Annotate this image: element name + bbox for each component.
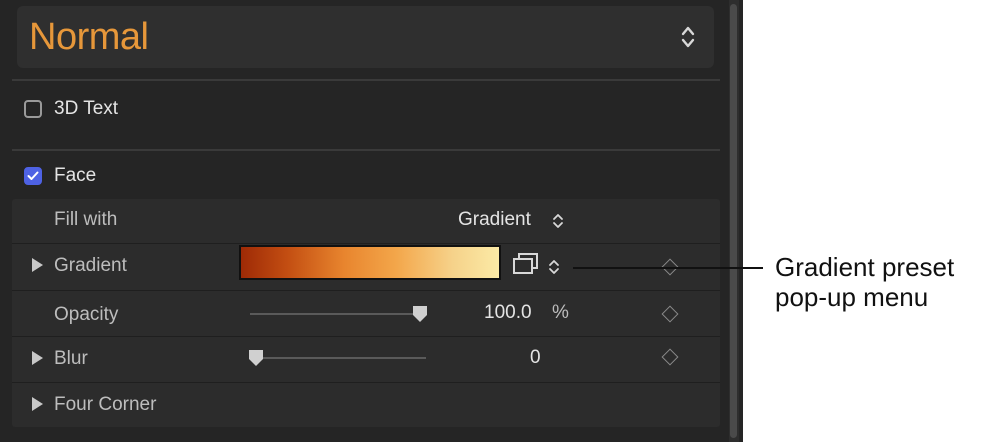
row-separator [12, 243, 720, 244]
checkbox-3d-text[interactable] [24, 100, 42, 118]
gradient-preset-icon[interactable] [512, 252, 540, 276]
callout-label: Gradient preset pop-up menu [775, 252, 954, 312]
callout-leader-line [573, 267, 763, 269]
style-preset-popup[interactable]: Normal [17, 6, 714, 68]
label-3d-text: 3D Text [54, 98, 119, 119]
checkbox-face[interactable] [24, 167, 42, 185]
checkbox-row-3d-text[interactable]: 3D Text [24, 98, 118, 120]
row-separator [12, 336, 720, 337]
scrollbar-thumb[interactable] [730, 4, 737, 438]
preset-value: Normal [29, 16, 149, 58]
row-separator [12, 290, 720, 291]
checkmark-icon [27, 171, 39, 180]
four-corner-disclosure-triangle[interactable] [32, 397, 43, 411]
opacity-value[interactable]: 100.0 [484, 302, 532, 324]
blur-value[interactable]: 0 [530, 347, 541, 369]
gradient-well[interactable] [239, 245, 501, 280]
four-corner-label: Four Corner [54, 394, 157, 415]
gradient-label: Gradient [54, 255, 127, 276]
row-separator [12, 382, 720, 383]
checkbox-row-face[interactable]: Face [24, 165, 96, 187]
gradient-preset-updown-icon[interactable] [548, 258, 560, 276]
divider [12, 149, 720, 151]
opacity-slider-thumb[interactable] [411, 305, 429, 328]
callout-line-1: Gradient preset [775, 252, 955, 282]
blur-label: Blur [54, 348, 88, 369]
text-inspector-panel: Normal 3D Text Face Fill with Gradient G… [0, 0, 743, 442]
divider [12, 79, 720, 81]
blur-slider-thumb[interactable] [247, 349, 265, 372]
callout-line-2: pop-up menu [775, 282, 929, 312]
opacity-unit: % [552, 302, 569, 323]
gradient-disclosure-triangle[interactable] [32, 258, 43, 272]
blur-slider-track[interactable] [250, 357, 426, 359]
fill-with-label: Fill with [54, 209, 118, 230]
updown-arrows-icon [681, 25, 695, 49]
label-face: Face [54, 165, 97, 186]
vertical-scrollbar[interactable] [729, 0, 739, 442]
blur-disclosure-triangle[interactable] [32, 351, 43, 365]
opacity-slider-track[interactable] [250, 313, 426, 315]
fill-with-updown-icon[interactable] [552, 212, 564, 230]
opacity-label: Opacity [54, 304, 119, 325]
fill-with-popup[interactable]: Gradient [458, 209, 531, 231]
